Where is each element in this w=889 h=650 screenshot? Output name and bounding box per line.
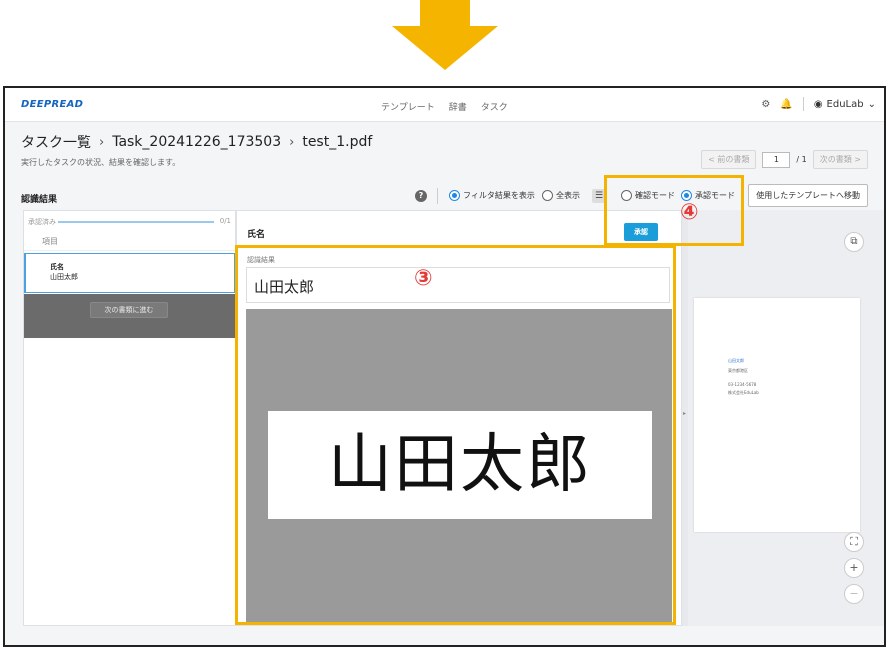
- chevron-right-icon: ›: [289, 134, 295, 150]
- sliders-icon[interactable]: ☰: [592, 189, 606, 203]
- gear-icon[interactable]: ⚙: [761, 99, 770, 110]
- main-nav: テンプレート 辞書 タスク: [381, 100, 508, 113]
- next-document-bar: 次の書類に進む: [24, 294, 235, 338]
- divider: [437, 188, 438, 204]
- page-total: / 1: [796, 155, 807, 164]
- items-column-header: 項目: [24, 231, 235, 251]
- nav-dictionary[interactable]: 辞書: [449, 100, 467, 113]
- doc-line: 03-1234-5678: [728, 382, 757, 387]
- confirm-mode-radio[interactable]: 確認モード: [621, 190, 675, 201]
- divider: [802, 97, 804, 111]
- next-document-go-button[interactable]: 次の書類に進む: [90, 302, 168, 318]
- user-menu[interactable]: ◉ EduLab ⌄: [814, 99, 876, 110]
- page-subtitle: 実行したタスクの状況、結果を確認します。: [21, 158, 181, 167]
- breadcrumb: タスク一覧 › Task_20241226_173503 › test_1.pd…: [21, 132, 372, 152]
- show-all-radio[interactable]: 全表示: [542, 190, 580, 201]
- section-title: 認識結果: [21, 195, 58, 205]
- document-preview-panel: ⧉ 山田太郎 東京都港区 03-1234-5678 株式会社EduLab ⛶ +…: [688, 210, 884, 626]
- bell-icon[interactable]: 🔔: [780, 99, 792, 110]
- annotation-badge-4: ④: [680, 200, 699, 225]
- radio-empty-icon: [621, 190, 632, 201]
- filter-results-radio[interactable]: フィルタ結果を表示: [449, 190, 535, 201]
- radio-selected-icon: [449, 190, 460, 201]
- annotation-badge-3: ③: [414, 266, 433, 291]
- nav-tasks[interactable]: タスク: [481, 100, 508, 113]
- breadcrumb-task[interactable]: Task_20241226_173503: [112, 134, 281, 150]
- confirm-mode-label: 確認モード: [635, 191, 675, 200]
- field-title: 氏名: [247, 230, 266, 240]
- document-pager: < 前の書類 1 / 1 次の書類 >: [701, 150, 868, 169]
- items-panel: 承認済み 0/1 項目 氏名 山田太郎 次の書類に進む: [23, 210, 236, 626]
- recognition-label: 認識結果: [247, 256, 275, 264]
- breadcrumb-file: test_1.pdf: [302, 134, 373, 150]
- top-icons: ⚙ 🔔 ◉ EduLab ⌄: [761, 97, 876, 111]
- zoom-out-icon[interactable]: −: [844, 584, 864, 604]
- zoom-in-icon[interactable]: +: [844, 558, 864, 578]
- filter-results-label: フィルタ結果を表示: [463, 191, 535, 200]
- list-item[interactable]: 氏名 山田太郎: [24, 253, 235, 293]
- next-document-button[interactable]: 次の書類 >: [812, 150, 868, 169]
- approve-mode-label: 承認モード: [695, 191, 735, 200]
- nav-templates[interactable]: テンプレート: [381, 100, 435, 113]
- results-toolbar: 認識結果 ? フィルタ結果を表示 全表示 ☰ 確認モード 承認モード 使用したテ…: [21, 184, 868, 208]
- external-link-icon[interactable]: ⧉: [844, 232, 864, 252]
- app-window: DEEPREAD テンプレート 辞書 タスク ⚙ 🔔 ◉ EduLab ⌄ タス…: [3, 86, 886, 647]
- document-page: 山田太郎 東京都港区 03-1234-5678 株式会社EduLab: [694, 298, 860, 532]
- progress-bar: [58, 221, 214, 223]
- down-arrow-icon: [392, 0, 498, 70]
- item-field-name: 氏名: [50, 263, 64, 271]
- chevron-right-icon: ▸: [683, 410, 687, 417]
- chevron-down-icon: ⌄: [867, 98, 876, 110]
- item-field-value: 山田太郎: [50, 273, 78, 281]
- chevron-right-icon: ›: [99, 134, 105, 150]
- field-image: 山田太郎: [246, 309, 672, 625]
- progress-count: 0/1: [219, 217, 231, 225]
- detail-panel: 氏名 承認 認識結果 山田太郎 山田太郎: [236, 210, 682, 626]
- fit-screen-icon[interactable]: ⛶: [844, 532, 864, 552]
- doc-line: 東京都港区: [728, 368, 748, 373]
- prev-document-button[interactable]: < 前の書類: [701, 150, 757, 169]
- show-all-label: 全表示: [556, 191, 580, 200]
- app-logo[interactable]: DEEPREAD: [21, 99, 83, 110]
- top-bar: DEEPREAD テンプレート 辞書 タスク ⚙ 🔔 ◉ EduLab ⌄: [5, 88, 884, 122]
- recognized-value-field[interactable]: 山田太郎: [246, 267, 670, 303]
- doc-line: 山田太郎: [728, 358, 744, 363]
- field-image-text: 山田太郎: [268, 411, 652, 519]
- radio-empty-icon: [542, 190, 553, 201]
- user-icon: ◉: [813, 98, 823, 110]
- page-number-input[interactable]: 1: [762, 151, 791, 168]
- go-to-template-button[interactable]: 使用したテンプレートへ移動: [748, 184, 868, 207]
- help-icon[interactable]: ?: [415, 190, 427, 202]
- user-name: EduLab: [826, 98, 864, 110]
- progress-label: 承認済み: [28, 218, 56, 226]
- doc-line: 株式会社EduLab: [728, 390, 759, 395]
- breadcrumb-root[interactable]: タスク一覧: [21, 132, 91, 152]
- approve-button[interactable]: 承認: [624, 223, 658, 241]
